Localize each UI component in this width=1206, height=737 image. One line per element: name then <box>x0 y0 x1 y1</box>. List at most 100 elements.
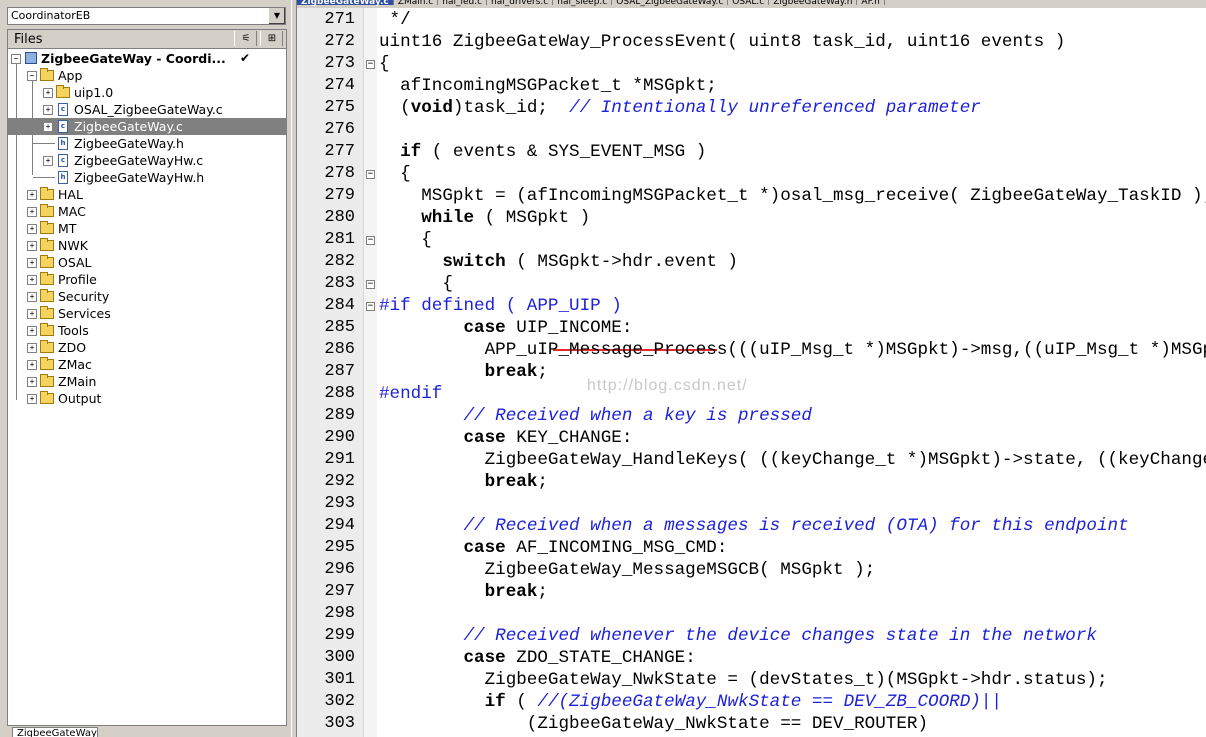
code-line[interactable]: // Received when a messages is received … <box>379 516 1128 536</box>
code-line[interactable]: ZigbeeGateWay_HandleKeys( ((keyChange_t … <box>379 450 1206 470</box>
expand-icon[interactable]: + <box>27 394 37 404</box>
expand-icon[interactable]: + <box>43 122 53 132</box>
code-line[interactable]: case ZDO_STATE_CHANGE: <box>379 648 695 668</box>
fold-margin: − − − − − <box>363 8 377 737</box>
editor-tab[interactable]: ZMain.c <box>394 0 439 7</box>
expand-icon[interactable]: + <box>27 258 37 268</box>
tree-item-label: ZigbeeGateWayHw.h <box>74 170 205 185</box>
code-area[interactable]: http://blog.csdn.net/ */uint16 ZigbeeGat… <box>377 8 1206 737</box>
expand-icon[interactable]: + <box>43 88 53 98</box>
code-line[interactable]: (void)task_id; // Intentionally unrefere… <box>379 98 981 118</box>
code-line[interactable]: // Received when a key is pressed <box>379 406 811 426</box>
expand-icon[interactable]: + <box>43 105 53 115</box>
fold-toggle-icon[interactable]: − <box>366 236 375 245</box>
code-line[interactable]: { <box>379 54 390 74</box>
tree-folder-app[interactable]: − App <box>8 67 286 84</box>
tree-folder-mac[interactable]: + MAC <box>8 203 286 220</box>
folder-icon <box>40 238 54 251</box>
tree-project[interactable]: − ZigbeeGateWay - Coordi... ✔ <box>8 50 286 67</box>
tree-folder-hal[interactable]: + HAL <box>8 186 286 203</box>
expand-icon[interactable]: + <box>43 156 53 166</box>
code-editor[interactable]: ZigbeeGateWay.c ZMain.c hal_led.c hal_drive… <box>297 0 1206 737</box>
editor-tab[interactable]: OSAL.c <box>728 0 770 7</box>
tree-file[interactable]: h ZigbeeGateWayHw.h <box>8 169 286 186</box>
fold-toggle-icon[interactable]: − <box>366 302 375 311</box>
tree-folder-mt[interactable]: + MT <box>8 220 286 237</box>
tree-folder-osal[interactable]: + OSAL <box>8 254 286 271</box>
collapse-icon[interactable]: − <box>11 54 21 64</box>
options-icon[interactable]: ⚟ <box>234 31 257 46</box>
expand-icon[interactable]: + <box>27 207 37 217</box>
expand-icon[interactable]: + <box>27 241 37 251</box>
tree-item-label: ZigbeeGateWay.h <box>74 136 184 151</box>
expand-icon[interactable]: + <box>27 343 37 353</box>
expand-icon[interactable]: + <box>27 224 37 234</box>
tree-file[interactable]: + c OSAL_ZigbeeGateWay.c <box>8 101 286 118</box>
editor-tab[interactable]: ZigbeeGateWay.h <box>769 0 858 7</box>
tree-folder-profile[interactable]: + Profile <box>8 271 286 288</box>
expand-icon[interactable]: + <box>27 190 37 200</box>
fold-toggle-icon[interactable]: − <box>366 170 375 179</box>
expand-icon[interactable]: + <box>27 275 37 285</box>
code-line[interactable]: break; <box>379 582 548 602</box>
tree-file[interactable]: h ZigbeeGateWay.h <box>8 135 286 152</box>
tree-file[interactable]: + c ZigbeeGateWayHw.c <box>8 152 286 169</box>
editor-tab[interactable]: hal_led.c <box>438 0 488 7</box>
editor-tab-active[interactable]: ZigbeeGateWay.c <box>297 0 394 7</box>
code-line[interactable]: while ( MSGpkt ) <box>379 208 590 228</box>
configuration-value: CoordinatorEB <box>11 9 91 22</box>
code-line[interactable]: switch ( MSGpkt->hdr.event ) <box>379 252 738 272</box>
code-line[interactable]: case AF_INCOMING_MSG_CMD: <box>379 538 727 558</box>
code-line[interactable]: case KEY_CHANGE: <box>379 428 632 448</box>
code-line[interactable]: case UIP_INCOME: <box>379 318 632 338</box>
expand-icon[interactable]: + <box>27 292 37 302</box>
tree-folder-tools[interactable]: + Tools <box>8 322 286 339</box>
expand-icon[interactable]: + <box>27 309 37 319</box>
tree-item-label: MT <box>58 221 77 236</box>
tree-folder-zmac[interactable]: + ZMac <box>8 356 286 373</box>
chevron-down-icon[interactable]: ▼ <box>268 8 285 24</box>
code-line[interactable]: ZigbeeGateWay_NwkState = (devStates_t)(M… <box>379 670 1108 690</box>
collapse-icon[interactable]: − <box>27 71 37 81</box>
code-line[interactable]: if ( //(ZigbeeGateWay_NwkState == DEV_ZB… <box>379 692 1002 712</box>
tree-folder-services[interactable]: + Services <box>8 305 286 322</box>
code-line[interactable]: #if defined ( APP_UIP ) <box>379 296 622 316</box>
code-line[interactable]: uint16 ZigbeeGateWay_ProcessEvent( uint8… <box>379 32 1065 52</box>
code-line[interactable]: { <box>379 274 453 294</box>
code-line[interactable]: // Received whenever the device changes … <box>379 626 1096 646</box>
code-line[interactable]: APP_uIP_Message_Process(((uIP_Msg_t *)MS… <box>379 340 1206 360</box>
editor-tab[interactable]: OSAL_ZigbeeGateWay.c <box>612 0 729 7</box>
code-line[interactable]: ZigbeeGateWay_MessageMSGCB( MSGpkt ); <box>379 560 876 580</box>
code-line[interactable]: break; <box>379 362 548 382</box>
tree-folder-security[interactable]: + Security <box>8 288 286 305</box>
code-line[interactable]: afIncomingMSGPacket_t *MSGpkt; <box>379 76 717 96</box>
line-number: 294 <box>324 516 355 535</box>
code-line[interactable]: (ZigbeeGateWay_NwkState == DEV_ROUTER) <box>379 714 928 734</box>
files-column-header[interactable]: Files <box>14 32 43 47</box>
code-line[interactable]: break; <box>379 472 548 492</box>
code-line[interactable]: */ <box>379 10 411 30</box>
editor-tab[interactable]: AF.h <box>857 0 885 7</box>
fold-toggle-icon[interactable]: − <box>366 60 375 69</box>
tree-folder-nwk[interactable]: + NWK <box>8 237 286 254</box>
tree-folder-uip[interactable]: + uip1.0 <box>8 84 286 101</box>
tree-folder-zmain[interactable]: + ZMain <box>8 373 286 390</box>
file-tree[interactable]: Files ⚟ ⊞ − ZigbeeGateWay - Coordi... ✔ … <box>7 29 287 726</box>
code-line[interactable]: if ( events & SYS_EVENT_MSG ) <box>379 142 706 162</box>
editor-tab[interactable]: hal_sleep.c <box>553 0 613 7</box>
fold-toggle-icon[interactable]: − <box>366 280 375 289</box>
code-line[interactable]: { <box>379 164 411 184</box>
tree-folder-output[interactable]: + Output <box>8 390 286 407</box>
tree-file-selected[interactable]: + c ZigbeeGateWay.c <box>8 118 286 135</box>
expand-icon[interactable]: + <box>27 326 37 336</box>
code-line[interactable]: #endif <box>379 384 442 404</box>
expand-icon[interactable]: + <box>27 377 37 387</box>
workspace-tab[interactable]: ZigbeeGateWay <box>12 727 98 737</box>
code-line[interactable]: MSGpkt = (afIncomingMSGPacket_t *)osal_m… <box>379 186 1206 206</box>
code-line[interactable]: { <box>379 230 432 250</box>
tree-folder-zdo[interactable]: + ZDO <box>8 339 286 356</box>
file-options-icon[interactable]: ⊞ <box>260 31 283 46</box>
editor-tab[interactable]: hal_drivers.c <box>487 0 554 7</box>
configuration-select[interactable]: CoordinatorEB ▼ <box>7 7 286 25</box>
expand-icon[interactable]: + <box>27 360 37 370</box>
